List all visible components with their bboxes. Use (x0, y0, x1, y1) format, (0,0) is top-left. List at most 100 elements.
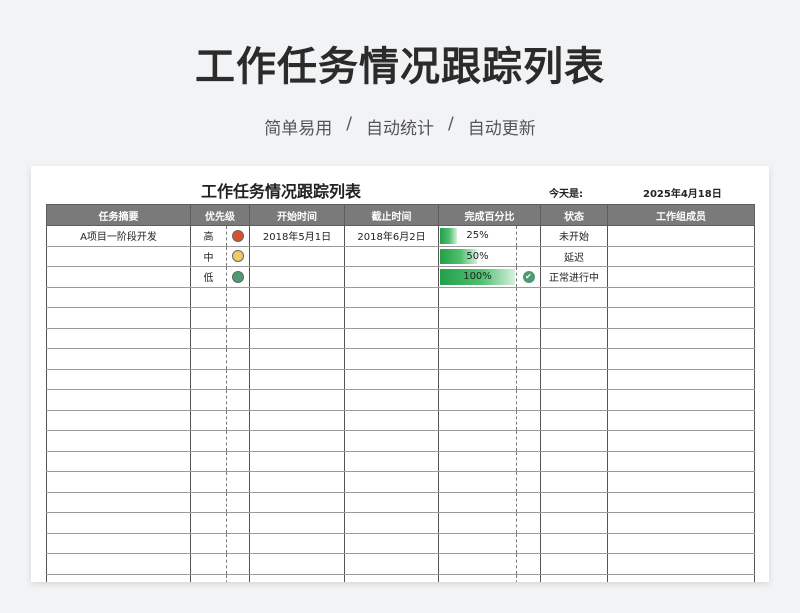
start-date-cell[interactable] (249, 287, 345, 308)
priority-cell[interactable] (190, 553, 227, 575)
members-cell[interactable] (607, 553, 755, 575)
priority-indicator-cell[interactable] (226, 533, 250, 554)
members-cell[interactable] (607, 512, 755, 534)
priority-indicator-cell[interactable] (226, 225, 250, 247)
members-cell[interactable] (607, 369, 755, 390)
start-date-cell[interactable] (249, 471, 345, 493)
priority-indicator-cell[interactable] (226, 512, 250, 534)
task-cell[interactable] (46, 553, 191, 575)
priority-cell[interactable]: 中 (190, 246, 227, 267)
status-cell[interactable] (540, 328, 608, 349)
members-cell[interactable] (607, 389, 755, 411)
end-date-cell[interactable] (344, 287, 439, 308)
members-cell[interactable] (607, 533, 755, 554)
priority-cell[interactable] (190, 451, 227, 472)
percent-cell[interactable]: 25% (438, 225, 517, 247)
completion-icon-cell[interactable] (516, 369, 541, 390)
priority-indicator-cell[interactable] (226, 574, 250, 582)
status-cell[interactable] (540, 512, 608, 534)
end-date-cell[interactable] (344, 328, 439, 349)
task-cell[interactable] (46, 369, 191, 390)
status-cell[interactable] (540, 553, 608, 575)
end-date-cell[interactable] (344, 266, 439, 288)
start-date-cell[interactable] (249, 574, 345, 582)
task-cell[interactable] (46, 389, 191, 411)
end-date-cell[interactable] (344, 533, 439, 554)
members-cell[interactable] (607, 430, 755, 452)
percent-cell[interactable] (438, 369, 517, 390)
end-date-cell[interactable] (344, 389, 439, 411)
status-cell[interactable] (540, 574, 608, 582)
priority-cell[interactable] (190, 307, 227, 329)
start-date-cell[interactable] (249, 451, 345, 472)
start-date-cell[interactable] (249, 307, 345, 329)
end-date-cell[interactable] (344, 471, 439, 493)
start-date-cell[interactable] (249, 533, 345, 554)
completion-icon-cell[interactable] (516, 389, 541, 411)
task-cell[interactable] (46, 287, 191, 308)
status-cell[interactable] (540, 533, 608, 554)
end-date-cell[interactable] (344, 369, 439, 390)
completion-icon-cell[interactable] (516, 225, 541, 247)
priority-indicator-cell[interactable] (226, 389, 250, 411)
status-cell[interactable] (540, 307, 608, 329)
task-cell[interactable] (46, 451, 191, 472)
priority-indicator-cell[interactable] (226, 266, 250, 288)
task-cell[interactable] (46, 307, 191, 329)
task-cell[interactable] (46, 533, 191, 554)
completion-icon-cell[interactable] (516, 348, 541, 370)
start-date-cell[interactable] (249, 246, 345, 267)
priority-indicator-cell[interactable] (226, 287, 250, 308)
task-cell[interactable] (46, 246, 191, 267)
priority-indicator-cell[interactable] (226, 348, 250, 370)
status-cell[interactable]: 未开始 (540, 225, 608, 247)
header-priority[interactable]: 优先级 (190, 204, 250, 226)
start-date-cell[interactable] (249, 266, 345, 288)
members-cell[interactable] (607, 451, 755, 472)
status-cell[interactable] (540, 430, 608, 452)
members-cell[interactable] (607, 287, 755, 308)
members-cell[interactable] (607, 410, 755, 431)
percent-cell[interactable] (438, 471, 517, 493)
status-cell[interactable] (540, 410, 608, 431)
end-date-cell[interactable] (344, 430, 439, 452)
priority-indicator-cell[interactable] (226, 410, 250, 431)
priority-cell[interactable]: 低 (190, 266, 227, 288)
members-cell[interactable] (607, 266, 755, 288)
priority-cell[interactable] (190, 471, 227, 493)
percent-cell[interactable] (438, 533, 517, 554)
priority-indicator-cell[interactable] (226, 246, 250, 267)
members-cell[interactable] (607, 328, 755, 349)
task-cell[interactable] (46, 410, 191, 431)
start-date-cell[interactable] (249, 492, 345, 513)
completion-icon-cell[interactable] (516, 287, 541, 308)
end-date-cell[interactable] (344, 246, 439, 267)
completion-icon-cell[interactable] (516, 492, 541, 513)
status-cell[interactable] (540, 471, 608, 493)
members-cell[interactable] (607, 492, 755, 513)
status-cell[interactable] (540, 348, 608, 370)
end-date-cell[interactable] (344, 492, 439, 513)
priority-cell[interactable] (190, 389, 227, 411)
completion-icon-cell[interactable] (516, 533, 541, 554)
completion-icon-cell[interactable] (516, 512, 541, 534)
members-cell[interactable] (607, 307, 755, 329)
percent-cell[interactable] (438, 574, 517, 582)
members-cell[interactable] (607, 574, 755, 582)
priority-indicator-cell[interactable] (226, 471, 250, 493)
percent-cell[interactable] (438, 287, 517, 308)
start-date-cell[interactable] (249, 389, 345, 411)
priority-cell[interactable] (190, 574, 227, 582)
percent-cell[interactable] (438, 512, 517, 534)
header-status[interactable]: 状态 (540, 204, 608, 226)
end-date-cell[interactable] (344, 574, 439, 582)
members-cell[interactable] (607, 348, 755, 370)
priority-cell[interactable] (190, 492, 227, 513)
priority-cell[interactable] (190, 430, 227, 452)
completion-icon-cell[interactable] (516, 553, 541, 575)
start-date-cell[interactable] (249, 553, 345, 575)
percent-cell[interactable]: 50% (438, 246, 517, 267)
task-cell[interactable] (46, 492, 191, 513)
completion-icon-cell[interactable] (516, 471, 541, 493)
completion-icon-cell[interactable]: ✔ (516, 266, 541, 288)
